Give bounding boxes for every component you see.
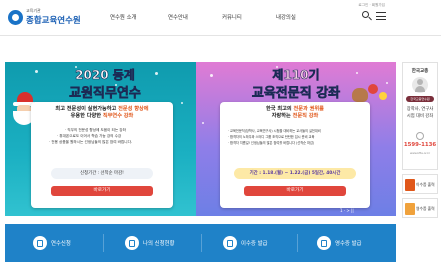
sidebar-text: 시험 대비 강좌 <box>406 114 434 119</box>
logo-title: 종합교육연수원 <box>26 16 81 26</box>
slide2-info-card: 한국 최고의 전문과 권위를 자랑하는 전문직 강좌 · 교육전문직(장학사, … <box>220 102 370 208</box>
slide1-bullet: · 직무의 전문성 향상에 도움이 되는 강좌 <box>65 128 126 132</box>
slide1-go-button[interactable]: 바로가기 <box>51 186 153 196</box>
site-logo[interactable]: 교육기관 종합교육연수원 <box>8 7 81 27</box>
sidebar-banner[interactable]: 한국교총 한국교총연수원 장학사, 연구사 시험 대비 강좌 1599-1136… <box>402 62 438 170</box>
quick-links-bar: 연수신청 나의 신청현황 이수증 발급 영수증 발급 <box>5 224 396 262</box>
main-nav: 연수원 소개 연수안내 커뮤니티 내강의실 <box>110 13 340 23</box>
slide2-title-big: 교육전문직 강좌 <box>251 86 341 102</box>
nav-item-about[interactable]: 연수원 소개 <box>110 13 137 21</box>
certificate-print-button[interactable]: 이수증 출력 <box>402 174 438 194</box>
certificate-icon <box>405 179 415 191</box>
quick-link-label: 나의 신청현황 <box>143 241 175 247</box>
quick-link-label: 영수증 발급 <box>335 241 362 247</box>
logo-emblem-icon <box>8 10 23 25</box>
phone-icon <box>416 132 424 140</box>
sidebar-url: www.kfta.or.kr <box>409 151 430 155</box>
slide1-bullet: · 전용 상품을 원하시는 선생님들의 많은 참여 바랍니다. <box>49 140 133 144</box>
document-icon <box>33 236 47 250</box>
banner-slide-winter-training[interactable]: 2020 동계 교원직무연수 최고 전문성이 실현가능하고 전문성 향상에 유용… <box>5 62 196 216</box>
quick-link-certificate[interactable]: 이수증 발급 <box>223 224 293 262</box>
banner-slide-education-specialist[interactable]: 제110기 교육전문직 강좌 한국 최고의 전문과 권위를 자랑하는 전문직 강… <box>196 62 396 216</box>
nav-item-guide[interactable]: 연수안내 <box>168 13 188 21</box>
certificate-print-label: 이수증 출력 <box>416 182 435 187</box>
slide2-period-pill: 기간 : 1.18.(월) ~ 1.22.(금) 5일간, 40시간 <box>234 168 356 179</box>
sidebar-phone: 1599-1136 <box>403 142 437 148</box>
divider <box>103 234 104 252</box>
right-sidebar: 한국교총 한국교총연수원 장학사, 연구사 시험 대비 강좌 1599-1136… <box>402 62 438 252</box>
quick-link-my-status[interactable]: 나의 신청현황 <box>125 224 205 262</box>
slider-controls[interactable]: 1 · > || <box>340 208 354 213</box>
quick-link-receipt[interactable]: 영수증 발급 <box>317 224 387 262</box>
receipt-icon <box>317 236 331 250</box>
search-icon[interactable] <box>362 11 372 21</box>
receipt-print-button[interactable]: 영수증 출력 <box>402 198 438 218</box>
person-icon <box>412 77 428 93</box>
nav-item-my-classroom[interactable]: 내강의실 <box>276 13 296 21</box>
slide2-bullet: · 합격자 지름길! 선생님들의 많은 참여를 바랍니다 (선착순 마감) <box>228 141 315 145</box>
slide1-title-small: 2020 동계 <box>75 68 135 83</box>
slide2-bullet: · 교육전문직(장학사, 교육연구사) 시험을 대비하는 교사들의 실전대비 <box>228 129 321 133</box>
sidebar-badge: 한국교총연수원 <box>406 96 434 102</box>
site-header: 교육기관 종합교육연수원 연수원 소개 연수안내 커뮤니티 내강의실 로그인 ·… <box>0 0 441 36</box>
certificate-icon <box>223 236 237 250</box>
clipboard-icon <box>125 236 139 250</box>
nav-item-community[interactable]: 커뮤니티 <box>222 13 242 21</box>
slide2-go-button[interactable]: 바로가기 <box>244 186 346 196</box>
quick-link-apply[interactable]: 연수신청 <box>33 224 103 262</box>
divider <box>201 234 202 252</box>
divider <box>297 234 298 252</box>
login-links[interactable]: 로그인 · 회원가입 <box>358 3 385 8</box>
slide2-bullet: · 합격자의 노하우와 스터디 그룹 조직으로 탄탄한 입시 준비 교육 <box>228 135 315 139</box>
quick-link-label: 연수신청 <box>51 241 71 247</box>
receipt-print-label: 영수증 출력 <box>416 206 435 211</box>
receipt-icon <box>405 203 415 215</box>
sidebar-text: 장학사, 연구사 <box>406 107 434 112</box>
ornament-icon <box>379 92 387 100</box>
slide1-period-pill: 신청기간 : 선착순 마감! <box>51 168 153 179</box>
slide1-bullet: · 휴대폰으로도 이어서 학습 가능 강의 수강 <box>57 134 122 138</box>
ornament-icon <box>368 84 378 94</box>
quick-link-label: 이수증 발급 <box>241 241 268 247</box>
slide2-headline: 한국 최고의 전문과 권위를 자랑하는 전문직 강좌 <box>266 106 324 119</box>
sidebar-title: 한국교총 <box>411 69 429 74</box>
slide1-headline: 최고 전문성이 실현가능하고 전문성 향상에 유용한 다양한 직무연수 강좌 <box>55 106 149 119</box>
menu-icon[interactable] <box>376 11 386 21</box>
slide1-title-big: 교원직무연수 <box>69 86 141 102</box>
page: 교육기관 종합교육연수원 연수원 소개 연수안내 커뮤니티 내강의실 로그인 ·… <box>0 0 441 262</box>
slide2-title-small: 제110기 <box>272 68 320 83</box>
slide1-info-card: 최고 전문성이 실현가능하고 전문성 향상에 유용한 다양한 직무연수 강좌 ·… <box>31 102 173 208</box>
